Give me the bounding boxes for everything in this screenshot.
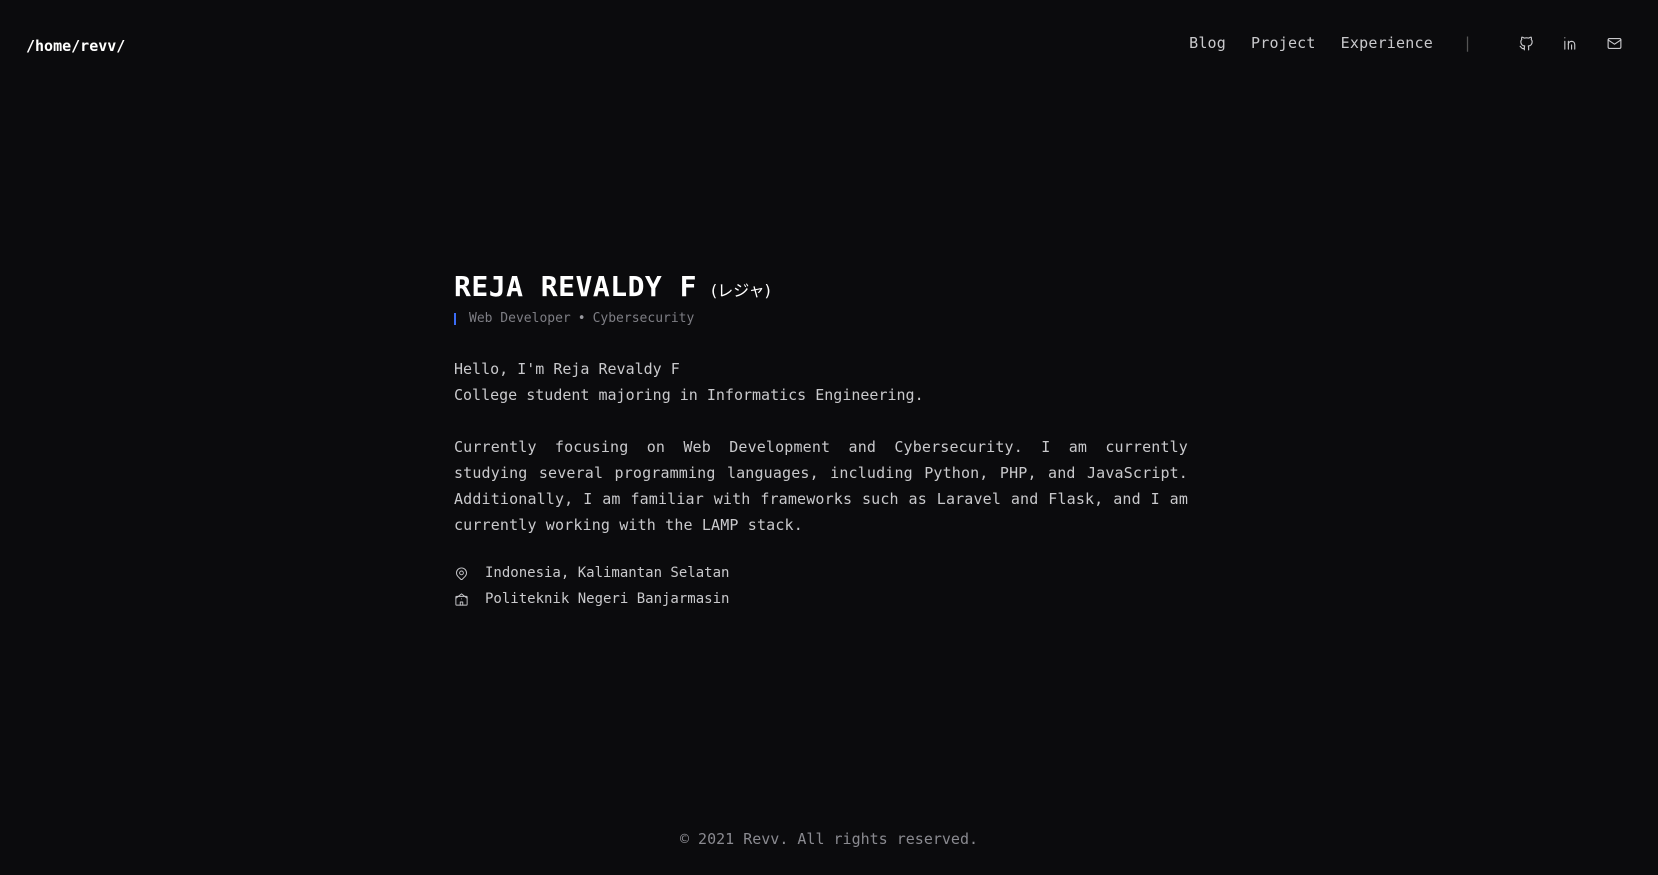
- intro-greeting: Hello, I'm Reja Revaldy F: [454, 360, 680, 378]
- profile-name: REJA REVALDY F: [454, 270, 698, 303]
- top-navbar: /home/revv/ Blog Project Experience |: [0, 0, 1658, 90]
- bullet-separator: •: [577, 311, 586, 326]
- profile-tagline: Web Developer • Cybersecurity: [454, 311, 1188, 326]
- intro-text: Hello, I'm Reja Revaldy F College studen…: [454, 356, 1188, 408]
- role-text: Web Developer: [469, 311, 571, 326]
- main-nav: Blog Project Experience |: [1189, 32, 1624, 54]
- location-text: Indonesia, Kalimantan Selatan: [485, 565, 730, 581]
- linkedin-icon[interactable]: [1560, 33, 1580, 53]
- mail-icon[interactable]: [1604, 33, 1624, 53]
- building-icon: [455, 592, 468, 606]
- institution-row: Politeknik Negeri Banjarmasin: [454, 586, 1188, 612]
- profile-section: REJA REVALDY F (レジャ) Web Developer • Cyb…: [454, 270, 1188, 612]
- nav-divider: |: [1462, 34, 1472, 52]
- nav-link-blog[interactable]: Blog: [1189, 34, 1226, 52]
- nav-link-project[interactable]: Project: [1251, 34, 1316, 52]
- copyright-text: © 2021 Revv. All rights reserved.: [679, 830, 978, 848]
- site-footer: © 2021 Revv. All rights reserved.: [0, 830, 1658, 848]
- accent-bar: [454, 312, 456, 325]
- site-brand-link[interactable]: /home/revv/: [26, 37, 125, 55]
- institution-text: Politeknik Negeri Banjarmasin: [485, 591, 730, 607]
- intro-study: College student majoring in Informatics …: [454, 386, 924, 404]
- profile-heading: REJA REVALDY F (レジャ): [454, 270, 1188, 303]
- focus-text: Cybersecurity: [592, 311, 695, 326]
- nav-link-experience[interactable]: Experience: [1341, 34, 1433, 52]
- map-pin-icon: [456, 567, 467, 580]
- profile-meta: Indonesia, Kalimantan Selatan Politeknik…: [454, 560, 1188, 612]
- about-paragraph: Currently focusing on Web Development an…: [454, 438, 1188, 534]
- location-row: Indonesia, Kalimantan Selatan: [454, 560, 1188, 586]
- github-icon[interactable]: [1516, 33, 1536, 53]
- profile-name-japanese: (レジャ): [711, 281, 771, 300]
